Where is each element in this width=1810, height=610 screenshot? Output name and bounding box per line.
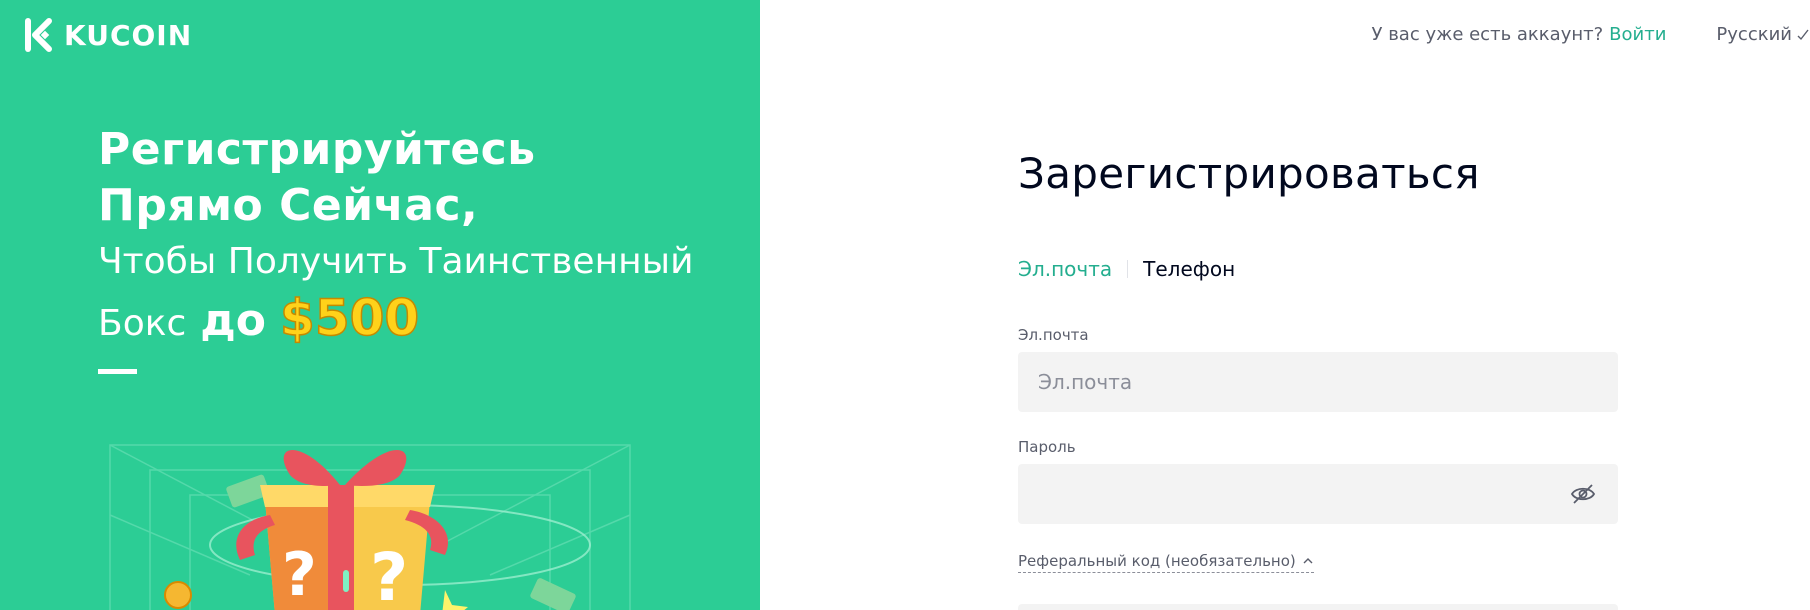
svg-text:?: ? bbox=[282, 540, 317, 610]
headline-line-1: Регистрируйтесь bbox=[98, 124, 536, 175]
kucoin-logo[interactable]: KUCOIN bbox=[22, 17, 192, 53]
headline-box-word: Бокс bbox=[98, 303, 187, 344]
email-field[interactable] bbox=[1038, 370, 1598, 394]
chevron-up-icon bbox=[1303, 558, 1313, 564]
email-field-wrapper bbox=[1018, 352, 1618, 412]
password-field[interactable] bbox=[1038, 482, 1598, 506]
headline-line-2: Прямо Сейчас, bbox=[98, 180, 479, 231]
have-account-text: У вас уже есть аккаунт? bbox=[1371, 23, 1604, 45]
svg-text:?: ? bbox=[370, 539, 408, 610]
page-title: Зарегистрироваться bbox=[1018, 149, 1480, 198]
signup-form: Зарегистрироваться Эл.почта Телефон Эл.п… bbox=[1018, 148, 1618, 573]
promo-headline: Регистрируйтесь Прямо Сейчас, Чтобы Полу… bbox=[98, 122, 693, 352]
referral-label: Реферальный код (необязательно) bbox=[1018, 552, 1296, 570]
headline-line-3: Чтобы Получить Таинственный bbox=[98, 241, 694, 282]
top-bar: У вас уже есть аккаунт? Войти Русский bbox=[1372, 22, 1810, 46]
brand-name: KUCOIN bbox=[64, 18, 193, 52]
language-selector[interactable]: Русский bbox=[1716, 24, 1810, 45]
headline-divider bbox=[98, 369, 137, 374]
headline-line-4: Бокс до $500 bbox=[98, 289, 693, 352]
password-field-wrapper bbox=[1018, 464, 1618, 524]
kucoin-logo-icon bbox=[25, 18, 52, 52]
tab-divider bbox=[1127, 260, 1129, 278]
language-label: Русский bbox=[1716, 23, 1792, 45]
headline-amount: $500 bbox=[279, 289, 420, 347]
eye-off-icon[interactable] bbox=[1570, 482, 1596, 506]
chevron-down-icon bbox=[1797, 29, 1809, 41]
mystery-box-illustration: ? ? bbox=[109, 444, 631, 610]
password-label: Пароль bbox=[1018, 438, 1076, 456]
signup-method-tabs: Эл.почта Телефон bbox=[1018, 257, 1618, 281]
referral-code-field[interactable] bbox=[1018, 604, 1618, 610]
email-label: Эл.почта bbox=[1018, 326, 1089, 344]
referral-toggle[interactable]: Реферальный код (необязательно) bbox=[1018, 552, 1314, 573]
headline-up-to: до bbox=[200, 295, 267, 346]
tab-email[interactable]: Эл.почта bbox=[1018, 257, 1112, 281]
promo-panel: KUCOIN Регистрируйтесь Прямо Сейчас, Что… bbox=[0, 0, 760, 610]
login-link[interactable]: Войти bbox=[1609, 24, 1666, 45]
registration-panel: У вас уже есть аккаунт? Войти Русский За… bbox=[760, 0, 1810, 610]
tab-phone[interactable]: Телефон bbox=[1143, 257, 1235, 281]
